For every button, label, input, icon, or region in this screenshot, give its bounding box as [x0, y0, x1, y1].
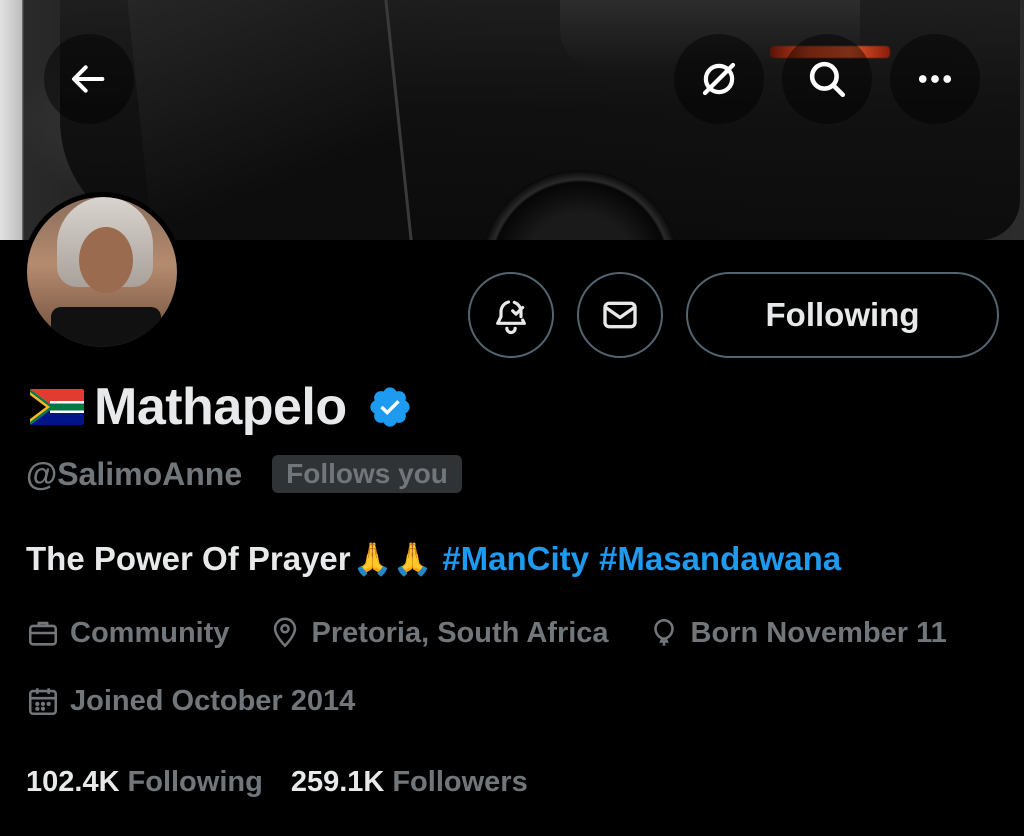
birthday-item: Born November 11	[647, 616, 947, 650]
category-item: Community	[26, 616, 230, 650]
profile-bio: The Power Of Prayer 🙏🙏 #ManCity #Masanda…	[26, 540, 841, 578]
back-button[interactable]	[44, 34, 134, 124]
arrow-left-icon	[72, 65, 105, 93]
follow-stats: 102.4K Following 259.1K Followers	[26, 760, 556, 804]
handle-row: @SalimoAnne Follows you	[26, 452, 462, 496]
profile-banner[interactable]	[0, 0, 1024, 240]
display-name: Mathapelo	[94, 378, 347, 436]
location-pin-icon	[273, 617, 296, 648]
profile-avatar[interactable]	[22, 192, 182, 352]
followers-count: 259.1K	[290, 765, 385, 798]
calendar-icon	[28, 688, 58, 716]
username-handle: @SalimoAnne	[26, 455, 243, 492]
birthday-label: Born November 11	[690, 616, 947, 649]
avatar-photo	[27, 197, 177, 347]
joined-item: Joined October 2014	[26, 684, 355, 718]
search-icon	[809, 61, 846, 98]
following-count: 102.4K	[26, 765, 120, 798]
category-label: Community	[70, 616, 230, 649]
joined-label: Joined October 2014	[70, 684, 356, 717]
verified-badge-icon[interactable]	[367, 384, 413, 430]
following-stat-link[interactable]: 102.4K Following	[26, 766, 263, 799]
follows-you-badge: Follows you	[272, 455, 462, 493]
hashtag-masandawana[interactable]: #Masandawana	[599, 540, 841, 578]
location-label: Pretoria, South Africa	[311, 616, 609, 649]
message-button[interactable]	[577, 272, 663, 358]
avatar-face	[79, 227, 133, 293]
profile-meta: Community Pretoria, South Africa Born No…	[26, 612, 985, 654]
more-horizontal-icon	[918, 75, 952, 83]
search-button[interactable]	[782, 34, 872, 124]
briefcase-icon	[28, 621, 58, 646]
notifications-button[interactable]	[468, 272, 554, 358]
grok-icon	[702, 62, 736, 96]
more-button[interactable]	[890, 34, 980, 124]
display-name-row: Mathapelo	[30, 376, 413, 438]
bell-check-icon	[496, 300, 526, 335]
banner-car-door	[127, 0, 413, 240]
avatar-clothing	[51, 307, 161, 347]
profile-meta-joined: Joined October 2014	[26, 680, 393, 722]
location-item: Pretoria, South Africa	[268, 616, 609, 650]
south-africa-flag-icon	[30, 389, 84, 425]
envelope-icon	[603, 301, 637, 329]
followers-stat-link[interactable]: 259.1K Followers	[291, 766, 528, 799]
hashtag-mancity[interactable]: #ManCity	[442, 540, 589, 578]
followers-label: Followers	[392, 765, 528, 798]
balloon-icon	[653, 618, 674, 646]
bio-text: The Power Of Prayer	[26, 540, 351, 577]
following-label: Following	[127, 765, 263, 798]
grok-button[interactable]	[674, 34, 764, 124]
praying-hands-emoji: 🙏🙏	[352, 541, 433, 577]
banner-background	[0, 0, 22, 240]
following-button[interactable]: Following	[686, 272, 999, 358]
